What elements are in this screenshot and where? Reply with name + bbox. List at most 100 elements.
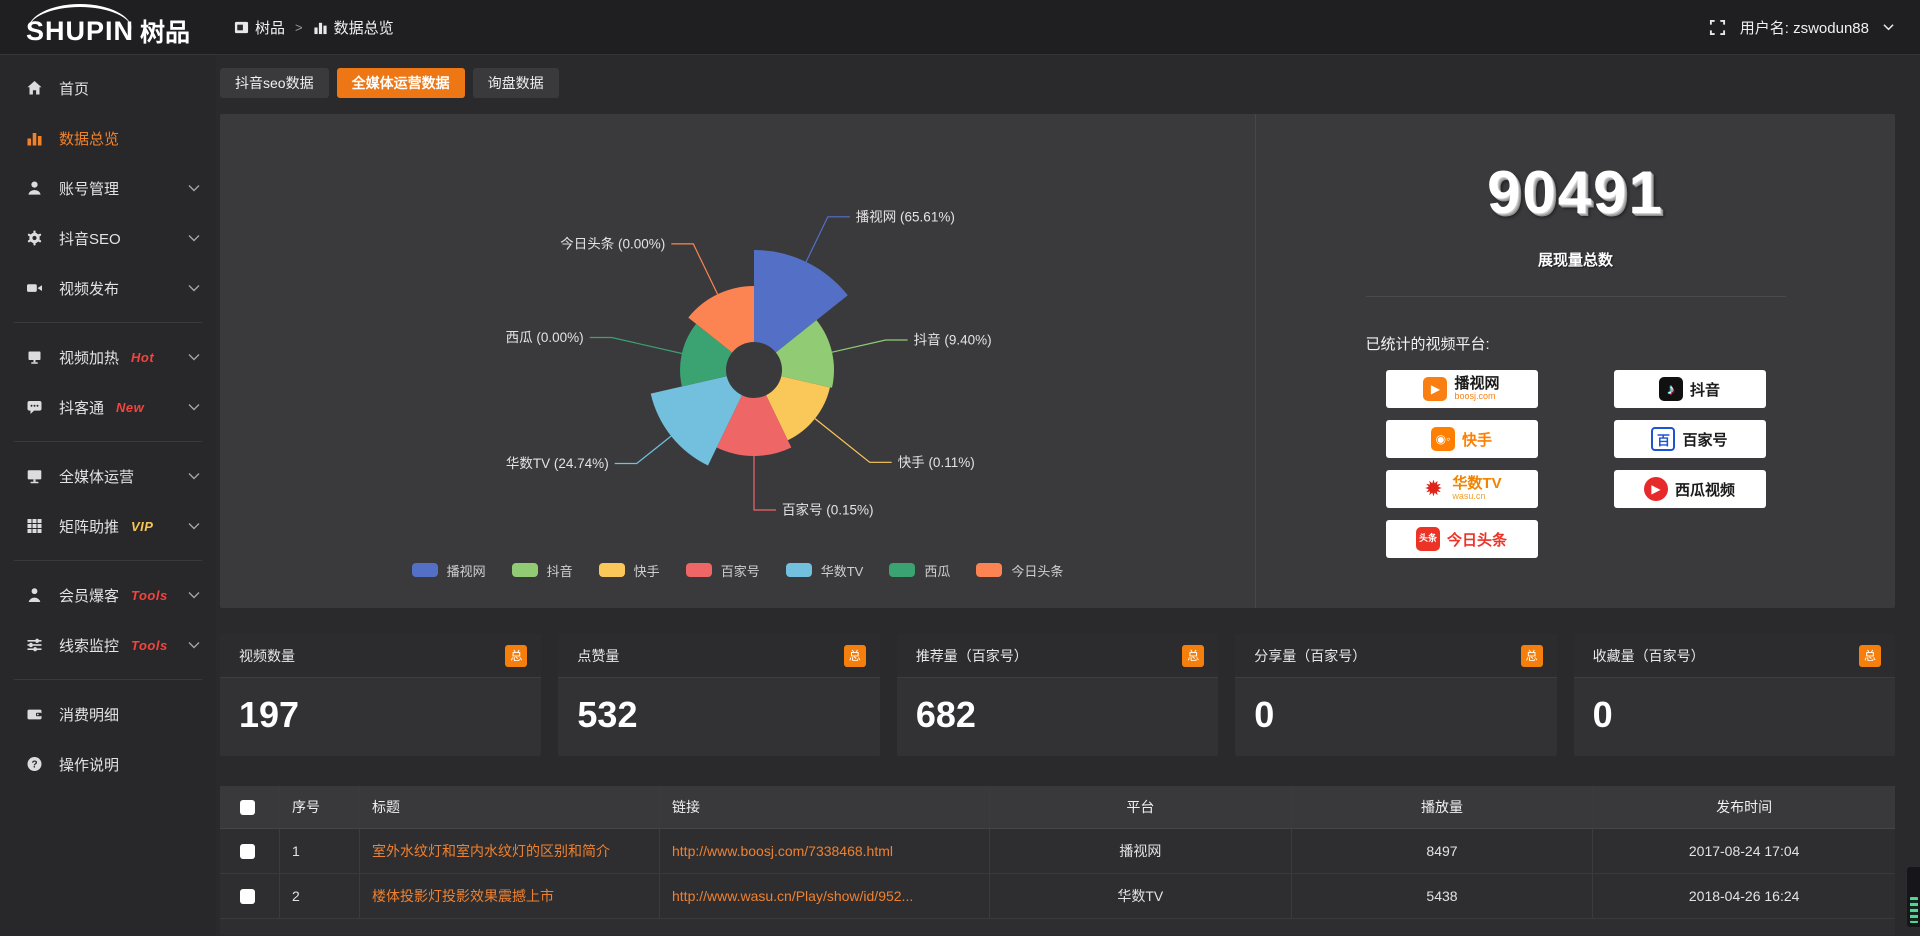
total-impressions-label: 展现量总数 [1366, 249, 1786, 270]
row-checkbox[interactable] [240, 889, 255, 904]
sidebar-item-home[interactable]: 首页 [0, 63, 216, 113]
tools-badge: Tools [131, 588, 168, 603]
logo-arc [28, 4, 132, 30]
platform-name: 西瓜视频 [1675, 479, 1735, 500]
boosj-logo-icon: ▶ [1423, 377, 1447, 401]
chevron-down-icon[interactable] [1883, 23, 1894, 31]
platform-badge-toutiao[interactable]: 头条 今日头条 [1386, 520, 1538, 558]
window-icon [234, 20, 249, 35]
xigua-logo-icon: ▶ [1644, 477, 1668, 501]
platform-badge-wasu[interactable]: ✹ 华数TVwasu.cn [1386, 470, 1538, 508]
chevron-down-icon [188, 641, 200, 649]
toutiao-logo-icon: 头条 [1416, 527, 1440, 551]
question-icon: ? [26, 756, 44, 772]
video-table: 序号 标题 链接 平台 播放量 发布时间 1 室外水纹灯和室内水纹灯的区别和简介… [220, 786, 1895, 935]
chevron-down-icon [188, 403, 200, 411]
cell-url-link[interactable]: http://www.boosj.com/7338468.html [660, 829, 990, 873]
column-header-platform: 平台 [990, 786, 1292, 828]
cell-title-link[interactable]: 室外水纹灯和室内水纹灯的区别和简介 [360, 829, 660, 873]
platform-name: 百家号 [1682, 429, 1727, 450]
legend-item-播视网[interactable]: 播视网 [412, 561, 486, 580]
cell-url-link[interactable]: http://www.wasu.cn/Play/show/id/952... [660, 874, 990, 918]
legend-item-快手[interactable]: 快手 [599, 561, 660, 580]
sidebar-item-member-burst[interactable]: 会员爆客 Tools [0, 570, 216, 620]
pie-label-line [832, 340, 908, 352]
sidebar-item-label: 数据总览 [59, 128, 119, 149]
sidebar-item-omni-media[interactable]: 全媒体运营 [0, 451, 216, 501]
stat-card-favorites: 收藏量（百家号）总 0 [1574, 634, 1895, 756]
legend-item-西瓜[interactable]: 西瓜 [889, 561, 950, 580]
fullscreen-icon[interactable] [1709, 19, 1726, 36]
video-camera-icon [26, 280, 44, 296]
legend-swatch [512, 563, 538, 577]
sidebar-item-label: 首页 [59, 78, 89, 99]
cell-index: 2 [280, 874, 360, 918]
table-row: 1 室外水纹灯和室内水纹灯的区别和简介 http://www.boosj.com… [220, 829, 1895, 874]
chart-panel: 播视网 (65.61%)抖音 (9.40%)快手 (0.11%)百家号 (0.1… [220, 114, 1895, 608]
sidebar-item-matrix-boost[interactable]: 矩阵助推 VIP [0, 501, 216, 551]
breadcrumb-root[interactable]: 树品 [234, 17, 285, 38]
gear-icon [26, 230, 44, 246]
sidebar-item-data-overview[interactable]: 数据总览 [0, 113, 216, 163]
app-logo[interactable]: SHUPIN 树品 [0, 0, 216, 55]
tab-omni-media-data[interactable]: 全媒体运营数据 [337, 68, 465, 98]
new-badge: New [116, 400, 144, 415]
tab-inquiry-data[interactable]: 询盘数据 [473, 68, 559, 98]
screen-icon [26, 349, 44, 365]
pie-slice-label: 华数TV (24.74%) [505, 456, 608, 471]
pie-label-line [614, 436, 670, 463]
tab-douyin-seo-data[interactable]: 抖音seo数据 [220, 68, 329, 98]
legend-item-抖音[interactable]: 抖音 [512, 561, 573, 580]
sidebar-item-label: 视频发布 [59, 278, 119, 299]
legend-item-百家号[interactable]: 百家号 [686, 561, 760, 580]
select-all-checkbox[interactable] [240, 800, 255, 815]
sidebar-item-video-publish[interactable]: 视频发布 [0, 263, 216, 313]
summary-panel: 90491 展现量总数 已统计的视频平台: ▶ 播视网boosj.com ◉◦ … [1255, 114, 1895, 608]
platform-badge-baijiahao[interactable]: 百 百家号 [1614, 420, 1766, 458]
legend-item-今日头条[interactable]: 今日头条 [976, 561, 1063, 580]
total-impressions-value: 90491 [1366, 158, 1786, 227]
column-header-views: 播放量 [1292, 786, 1594, 828]
breadcrumb-separator: > [295, 20, 303, 35]
sidebar-item-account[interactable]: 账号管理 [0, 163, 216, 213]
sidebar-item-help[interactable]: ? 操作说明 [0, 739, 216, 789]
platform-badge-boosj[interactable]: ▶ 播视网boosj.com [1386, 370, 1538, 408]
stat-card-shares: 分享量（百家号）总 0 [1235, 634, 1556, 756]
stat-title: 收藏量（百家号） [1593, 646, 1705, 666]
pie-slice-华数TV[interactable] [650, 376, 741, 465]
column-header-publish-time: 发布时间 [1593, 786, 1895, 828]
table-header-row: 序号 标题 链接 平台 播放量 发布时间 [220, 786, 1895, 829]
stats-row: 视频数量总 197 点赞量总 532 推荐量（百家号）总 682 分享量（百家号… [220, 634, 1895, 756]
sidebar-item-video-heat[interactable]: 视频加热 Hot [0, 332, 216, 382]
platform-badge-kuaishou[interactable]: ◉◦ 快手 [1386, 420, 1538, 458]
cell-publish-time: 2018-04-26 16:24 [1593, 874, 1895, 918]
row-checkbox[interactable] [240, 844, 255, 859]
sidebar-item-douketong[interactable]: 抖客通 New [0, 382, 216, 432]
data-tabs: 抖音seo数据 全媒体运营数据 询盘数据 [220, 68, 1895, 98]
stat-title: 分享量（百家号） [1254, 646, 1366, 666]
stat-title: 点赞量 [577, 646, 619, 666]
stat-title: 推荐量（百家号） [916, 646, 1028, 666]
sidebar-item-label: 线索监控 [59, 635, 119, 656]
stat-value: 197 [220, 678, 541, 736]
sidebar-item-lead-monitor[interactable]: 线索监控 Tools [0, 620, 216, 670]
legend-item-华数TV[interactable]: 华数TV [786, 561, 864, 580]
wallet-icon [26, 706, 44, 722]
breadcrumb-current[interactable]: 数据总览 [313, 17, 394, 38]
platform-badge-douyin[interactable]: ♪ 抖音 [1614, 370, 1766, 408]
rose-pie-chart: 播视网 (65.61%)抖音 (9.40%)快手 (0.11%)百家号 (0.1… [228, 120, 1248, 556]
sidebar-item-spend-detail[interactable]: 消费明细 [0, 689, 216, 739]
legend-label: 快手 [634, 561, 660, 580]
cell-title-link[interactable]: 楼体投影灯投影效果震撼上市 [360, 874, 660, 918]
sidebar: 首页 数据总览 账号管理 抖音SEO 视频发布 视频加热 Hot 抖客通 New… [0, 55, 216, 936]
sidebar-item-label: 矩阵助推 [59, 516, 119, 537]
table-row: 2 楼体投影灯投影效果震撼上市 http://www.wasu.cn/Play/… [220, 874, 1895, 919]
column-header-link: 链接 [660, 786, 990, 828]
edge-floating-widget[interactable] [1906, 866, 1920, 928]
pie-slice-label: 今日头条 (0.00%) [560, 235, 665, 251]
username-label[interactable]: 用户名: zswodun88 [1740, 17, 1869, 38]
stat-value: 682 [897, 678, 1218, 736]
sidebar-item-douyin-seo[interactable]: 抖音SEO [0, 213, 216, 263]
main-content: 抖音seo数据 全媒体运营数据 询盘数据 播视网 (65.61%)抖音 (9.4… [216, 55, 1920, 936]
platform-badge-xigua[interactable]: ▶ 西瓜视频 [1614, 470, 1766, 508]
